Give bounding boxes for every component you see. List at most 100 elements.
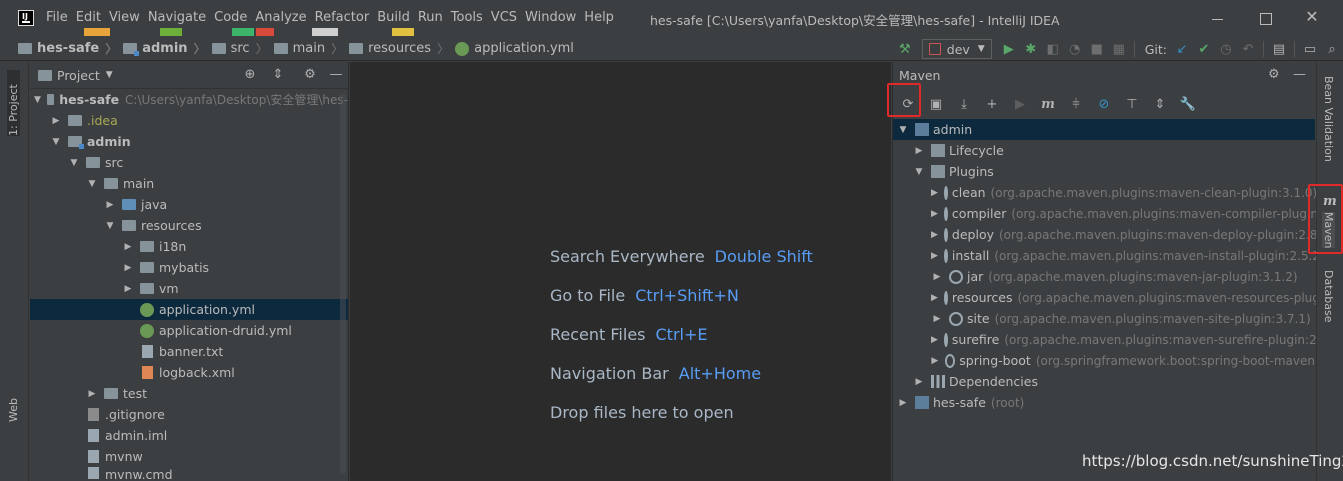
toggle-offline-icon[interactable]: ⫩: [1065, 93, 1087, 115]
stop-icon[interactable]: ■: [1086, 39, 1108, 59]
tab-web[interactable]: Web: [7, 398, 20, 422]
tree-item-main[interactable]: ▼ main: [30, 173, 348, 194]
menu-refactor[interactable]: Refactor: [315, 10, 370, 25]
chevron-down-icon[interactable]: ▼: [34, 95, 41, 105]
locate-file-icon[interactable]: ⊕: [242, 67, 258, 83]
tree-item-idea[interactable]: ▶ .idea: [30, 110, 348, 131]
chevron-right-icon[interactable]: ▶: [931, 356, 939, 366]
chevron-right-icon[interactable]: ▶: [122, 284, 134, 294]
debug-icon[interactable]: ✱: [1020, 39, 1042, 59]
tree-item-java[interactable]: ▶ java: [30, 194, 348, 215]
download-icon[interactable]: ⤓: [953, 93, 975, 115]
run-goal-icon[interactable]: ▶: [1009, 93, 1031, 115]
tree-item-hes-safe[interactable]: ▼ hes-safe C:\Users\yanfa\Desktop\安全管理\h…: [30, 89, 348, 110]
maven-item-lifecycle[interactable]: ▶ Lifecycle: [893, 140, 1315, 161]
attach-icon[interactable]: ▦: [1108, 39, 1130, 59]
chevron-down-icon[interactable]: ▼: [897, 125, 909, 135]
skip-tests-icon[interactable]: ⊘: [1093, 93, 1115, 115]
run-config-selector[interactable]: dev ▼: [921, 39, 992, 59]
breadcrumb-hes-safe[interactable]: hes-safe 〉: [18, 40, 117, 57]
build-hammer-icon[interactable]: ⚒: [894, 39, 916, 59]
tab-bean-validation[interactable]: Bean Validation: [1322, 76, 1335, 162]
menu-window[interactable]: Window: [525, 10, 576, 25]
tree-item-application-druid-yml[interactable]: application-druid.yml: [30, 320, 348, 341]
maven-plugin-surefire[interactable]: ▶ surefire (org.apache.maven.plugins:mav…: [893, 329, 1321, 350]
chevron-down-icon[interactable]: ▼: [68, 158, 80, 168]
gear-icon[interactable]: ⚙: [302, 67, 318, 83]
maven-item-plugins[interactable]: ▼ Plugins: [893, 161, 1315, 182]
breadcrumb-resources[interactable]: resources 〉: [349, 40, 449, 57]
project-structure-icon[interactable]: ▤: [1268, 39, 1290, 59]
maven-plugin-site[interactable]: ▶ site (org.apache.maven.plugins:maven-s…: [893, 308, 1315, 329]
wrench-settings-icon[interactable]: 🔧: [1177, 93, 1199, 115]
maven-item-admin[interactable]: ▼ admin: [893, 119, 1315, 140]
chevron-right-icon[interactable]: ▶: [931, 314, 943, 324]
maximize-button[interactable]: [1256, 9, 1276, 29]
git-commit-icon[interactable]: ✔: [1193, 39, 1215, 59]
chevron-right-icon[interactable]: ▶: [897, 398, 909, 408]
breadcrumb-main[interactable]: main 〉: [273, 40, 343, 57]
chevron-right-icon[interactable]: ▶: [931, 335, 938, 345]
tree-item-mybatis[interactable]: ▶ mybatis: [30, 257, 348, 278]
generate-sources-icon[interactable]: ▣: [925, 93, 947, 115]
chevron-right-icon[interactable]: ▶: [931, 209, 938, 219]
run-icon[interactable]: ▶: [998, 39, 1020, 59]
hide-panel-icon[interactable]: —: [1293, 67, 1306, 82]
breadcrumb-src[interactable]: src 〉: [211, 40, 268, 57]
tree-item-test[interactable]: ▶ test: [30, 383, 348, 404]
menu-vcs[interactable]: VCS: [491, 10, 517, 25]
maven-plugin-clean[interactable]: ▶ clean (org.apache.maven.plugins:maven-…: [893, 182, 1317, 203]
chevron-down-icon[interactable]: ▼: [106, 70, 113, 80]
minimize-button[interactable]: [1208, 9, 1228, 29]
git-rollback-icon[interactable]: ↶: [1237, 39, 1259, 59]
maven-plugin-spring-boot[interactable]: ▶ spring-boot (org.springframework.boot:…: [893, 350, 1315, 371]
maven-plugin-install[interactable]: ▶ install (org.apache.maven.plugins:mave…: [893, 245, 1325, 266]
chevron-down-icon[interactable]: ▼: [104, 221, 116, 231]
show-dependencies-icon[interactable]: ⊤: [1121, 93, 1143, 115]
menu-tools[interactable]: Tools: [451, 10, 483, 25]
menu-run[interactable]: Run: [418, 10, 443, 25]
menu-help[interactable]: Help: [584, 10, 614, 25]
maven-plugin-compiler[interactable]: ▶ compiler (org.apache.maven.plugins:mav…: [893, 203, 1318, 224]
breadcrumb-application-yml[interactable]: application.yml: [455, 41, 574, 56]
chevron-right-icon[interactable]: ▶: [931, 251, 938, 261]
search-icon[interactable]: ⌕: [1321, 39, 1343, 59]
git-update-icon[interactable]: ↙: [1171, 39, 1193, 59]
chevron-right-icon[interactable]: ▶: [931, 272, 943, 282]
chevron-down-icon[interactable]: ▼: [86, 179, 98, 189]
hide-panel-icon[interactable]: —: [328, 67, 344, 83]
editor-empty-area[interactable]: Search Everywhere Double Shift Go to File…: [350, 62, 891, 481]
chevron-right-icon[interactable]: ▶: [913, 377, 925, 387]
tree-item-logback-xml[interactable]: logback.xml: [30, 362, 348, 383]
chevron-right-icon[interactable]: ▶: [122, 242, 134, 252]
chevron-right-icon[interactable]: ▶: [104, 200, 116, 210]
project-panel-title[interactable]: Project: [57, 68, 100, 83]
terminal-icon[interactable]: ▭: [1299, 39, 1321, 59]
chevron-right-icon[interactable]: ▶: [931, 293, 938, 303]
add-maven-project-icon[interactable]: +: [981, 93, 1003, 115]
tree-item-admin[interactable]: ▼ admin: [30, 131, 348, 152]
chevron-down-icon[interactable]: ▼: [913, 167, 925, 177]
coverage-icon[interactable]: ◧: [1042, 39, 1064, 59]
collapse-all-icon[interactable]: ⇕: [1149, 93, 1171, 115]
menu-analyze[interactable]: Analyze: [255, 10, 306, 25]
tab-database[interactable]: Database: [1322, 270, 1335, 323]
chevron-right-icon[interactable]: ▶: [931, 188, 938, 198]
menu-navigate[interactable]: Navigate: [148, 10, 206, 25]
maven-plugin-deploy[interactable]: ▶ deploy (org.apache.maven.plugins:maven…: [893, 224, 1317, 245]
maven-plugin-resources[interactable]: ▶ resources (org.apache.maven.plugins:ma…: [893, 287, 1320, 308]
menu-code[interactable]: Code: [214, 10, 247, 25]
tree-item-application-yml[interactable]: application.yml: [30, 299, 348, 320]
execute-maven-goal-icon[interactable]: m: [1037, 93, 1059, 115]
tab-project[interactable]: 1: Project: [7, 70, 20, 136]
tree-item-mvnw-cmd[interactable]: mvnw.cmd: [30, 467, 348, 479]
tree-item-banner-txt[interactable]: banner.txt: [30, 341, 348, 362]
menu-build[interactable]: Build: [377, 10, 410, 25]
project-scrollbar[interactable]: [340, 94, 346, 474]
maven-plugin-jar[interactable]: ▶ jar (org.apache.maven.plugins:maven-ja…: [893, 266, 1315, 287]
tree-item-mvnw[interactable]: mvnw: [30, 446, 348, 467]
chevron-right-icon[interactable]: ▶: [50, 116, 62, 126]
tree-item-gitignore[interactable]: .gitignore: [30, 404, 348, 425]
tree-item-resources[interactable]: ▼ resources: [30, 215, 348, 236]
menu-edit[interactable]: Edit: [76, 10, 101, 25]
